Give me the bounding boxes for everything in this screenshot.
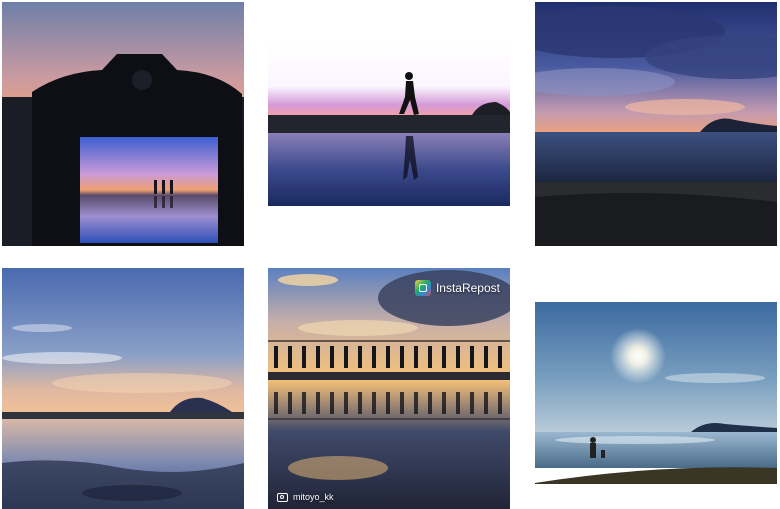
photo-tile-silhouette-beach[interactable] [268,2,510,246]
photo-cloudy-dusk [535,2,777,246]
photo-tile-tidal-flat[interactable] [2,268,244,509]
photo-sunlit-beach [535,268,777,509]
photo-tile-cloudy-dusk[interactable] [535,2,777,246]
photo-camera-screen [2,2,244,246]
repost-label: InstaRepost [435,281,500,295]
photo-grid: InstaRepost mitoyo_kk [0,0,780,509]
photo-tile-group-jump[interactable]: InstaRepost mitoyo_kk [268,268,510,509]
camera-icon [277,492,288,502]
photo-tidal-flat [2,268,244,509]
photo-credit: mitoyo_kk [277,492,334,502]
photo-tile-camera-screen[interactable] [2,2,244,246]
photo-tile-sunlit-beach[interactable] [535,268,777,509]
insta-repost-icon [414,280,431,296]
insta-repost-watermark: InstaRepost [414,280,500,296]
photo-group-jump [268,268,510,509]
credit-username: mitoyo_kk [293,492,334,502]
photo-silhouette-beach [268,2,510,246]
